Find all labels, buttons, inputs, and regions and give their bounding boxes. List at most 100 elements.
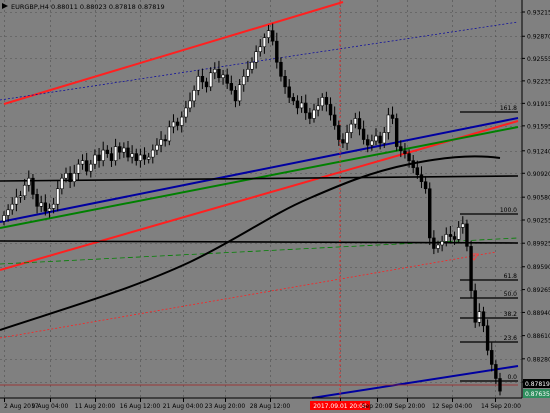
candle-body	[64, 172, 68, 179]
price-tick-label: 0.91915	[527, 101, 550, 108]
candle-body	[163, 139, 167, 142]
candle-body	[51, 203, 56, 209]
candle-body	[312, 109, 316, 119]
fib-level-label: 50.0	[504, 291, 518, 298]
candle-body	[477, 311, 482, 323]
candle-body	[357, 118, 362, 130]
time-tick-label: 11 Aug 20:00	[75, 403, 116, 410]
price-tick-label: 0.88280	[527, 356, 550, 363]
candle-body	[2, 215, 6, 222]
candle-body	[192, 90, 196, 102]
candle-body	[407, 153, 411, 161]
current-price-tag-text: 0.87819	[525, 381, 550, 388]
candle-body	[436, 244, 440, 249]
candle-body	[27, 177, 31, 186]
candle-body	[130, 153, 134, 158]
candle-body	[295, 100, 300, 109]
candle-body	[122, 147, 126, 153]
candle-body	[213, 68, 217, 74]
candle-body	[35, 194, 39, 207]
price-chart[interactable]: 161.8100.061.850.038.223.60.0 0.932150.9…	[0, 0, 550, 413]
candle-body	[494, 364, 498, 379]
candle-body	[258, 46, 262, 53]
candle-body	[432, 237, 436, 249]
time-tick-label: 28 Aug 12:00	[250, 403, 291, 410]
candle-body	[60, 177, 64, 190]
candle-body	[155, 144, 159, 151]
candle-body	[374, 135, 378, 142]
candle-body	[118, 146, 122, 153]
candle-body	[266, 30, 271, 38]
candle-body	[204, 81, 209, 88]
fib-level-label: 0.0	[507, 374, 517, 381]
candle-body	[456, 227, 461, 240]
time-tick-label: 21 Aug 04:00	[163, 403, 204, 410]
time-tick-label: 9 Aug 04:00	[32, 403, 69, 410]
candle-body	[18, 195, 23, 198]
candle-body	[10, 203, 14, 211]
fib-level-label: 161.8	[500, 105, 517, 112]
fib-level-label: 61.8	[504, 273, 518, 280]
candle-body	[419, 174, 424, 183]
candle-body	[97, 154, 101, 161]
fib-level-label: 38.2	[504, 311, 518, 318]
candle-body	[151, 149, 155, 158]
symbol-info: EURGBP,H4 0.88011 0.88023 0.87818 0.8781…	[11, 3, 165, 11]
candle-body	[399, 146, 403, 152]
candle-body	[349, 123, 353, 133]
candle-body	[146, 156, 151, 160]
candle-body	[448, 234, 453, 237]
candle-body	[47, 208, 52, 212]
candle-body	[221, 74, 225, 79]
candle-body	[175, 121, 180, 126]
candle-body	[361, 128, 366, 140]
candle-body	[299, 102, 304, 109]
candle-body	[444, 234, 448, 242]
candle-body	[208, 72, 213, 88]
candle-body	[452, 236, 457, 240]
candle-body	[287, 86, 291, 98]
candle-body	[225, 74, 229, 84]
time-highlight-label: 2017.09.01 20:00	[313, 403, 367, 410]
candle-body	[270, 30, 275, 42]
candle-body	[242, 76, 246, 86]
candle-body	[113, 146, 118, 161]
candle-body	[481, 311, 486, 327]
candle-body	[428, 188, 432, 239]
candle-body	[250, 61, 254, 70]
candle-body	[283, 76, 287, 88]
candle-body	[89, 163, 93, 172]
candle-body	[378, 135, 382, 144]
candle-body	[370, 140, 374, 146]
candle-body	[498, 378, 502, 392]
fib-level-label: 100.0	[500, 207, 517, 214]
candle-body	[411, 160, 415, 168]
candle-body	[101, 149, 105, 161]
time-scale[interactable]: 2 Aug 20179 Aug 04:00 11 Aug 20:00 16 Aug …	[4, 398, 521, 410]
candle-body	[6, 209, 10, 216]
price-tick-label: 0.90255	[527, 218, 550, 225]
candle-body	[461, 223, 465, 228]
time-tick-label: Sep 20:00	[362, 403, 393, 410]
price-tick-label: 0.89590	[527, 264, 550, 271]
candle-body	[423, 181, 428, 190]
candle-body	[138, 154, 143, 161]
candle-body	[440, 241, 444, 246]
candle-body	[403, 150, 407, 154]
time-tick-label: 7 Sep 20:00	[389, 403, 425, 410]
symbol-header: EURGBP,H4 0.88011 0.88023 0.87818 0.8781…	[2, 3, 165, 11]
candle-body	[341, 139, 345, 144]
plot-area[interactable]	[0, 0, 522, 398]
candle-body	[469, 246, 473, 291]
price-tick-label: 0.88940	[527, 310, 550, 317]
candle-body	[415, 167, 420, 175]
price-tick-label: 0.93215	[527, 10, 550, 17]
candle-body	[43, 202, 48, 212]
candle-body	[22, 184, 27, 197]
candle-body	[142, 154, 147, 160]
price-scale[interactable]: 0.93215 0.92870 0.92555 0.92235 0.91915 0.915…	[522, 10, 550, 399]
candle-body	[233, 90, 238, 102]
candle-body	[291, 97, 296, 102]
candle-body	[196, 76, 200, 91]
candle-body	[316, 105, 320, 111]
